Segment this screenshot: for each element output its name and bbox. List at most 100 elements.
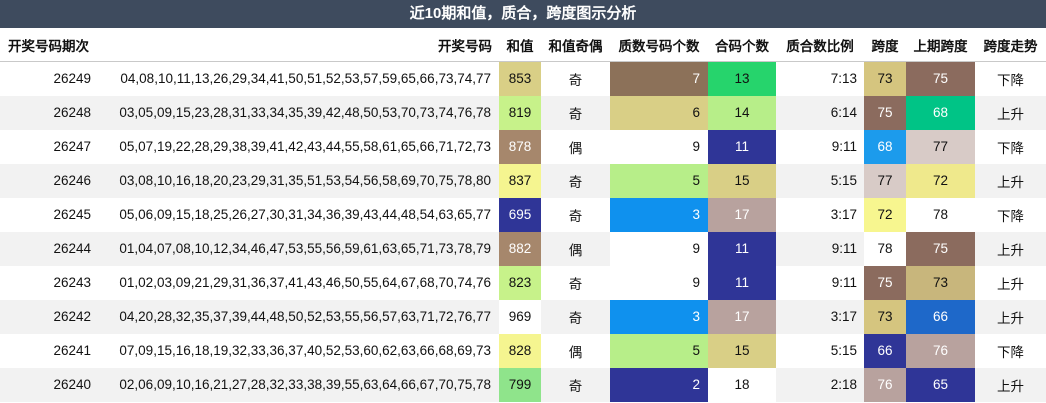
- cell-ratio: 9:11: [776, 231, 864, 266]
- cell-prev-span: 77: [906, 129, 975, 164]
- cell-period: 26249: [53, 71, 91, 87]
- cell-composite-count: 14: [708, 95, 776, 130]
- cell-prime-count: 5: [610, 163, 708, 198]
- cell-composite-count: 11: [708, 265, 776, 300]
- table-row: 26247 05,07,19,22,28,29,38,39,41,42,43,44…: [0, 129, 1046, 164]
- cell-span-trend: 下降: [997, 344, 1024, 360]
- page-title: 近10期和值，质合，跨度图示分析: [0, 0, 1046, 28]
- cell-prime-count: 5: [610, 333, 708, 368]
- cell-composite-count: 17: [708, 299, 776, 334]
- cell-period: 26243: [53, 275, 91, 290]
- cell-sum-parity: 奇: [541, 367, 610, 402]
- table-row: 26248 03,05,09,15,23,28,31,33,34,35,39,42…: [0, 95, 1046, 130]
- cell-span: 73: [864, 299, 906, 334]
- cell-prev-span: 68: [906, 95, 975, 130]
- header-prime-count: 质数号码个数: [610, 28, 708, 62]
- cell-composite-count: 17: [708, 197, 776, 232]
- cell-sum-parity: 奇: [541, 95, 610, 130]
- cell-ratio: 5:15: [776, 163, 864, 198]
- cell-prev-span: 76: [906, 333, 975, 368]
- cell-span-trend: 下降: [997, 208, 1024, 224]
- cell-numbers: 01,04,07,08,10,12,34,46,47,53,55,56,59,6…: [97, 231, 499, 266]
- cell-span: 78: [864, 231, 906, 266]
- cell-composite-count: 13: [708, 61, 776, 96]
- cell-span: 75: [864, 95, 906, 130]
- cell-sum-parity: 奇: [541, 163, 610, 198]
- cell-span: 66: [864, 333, 906, 368]
- cell-numbers: 05,06,09,15,18,25,26,27,30,31,34,36,39,4…: [119, 207, 491, 222]
- table-row: 26249 04,08,10,11,13,26,29,34,41,50,51,52…: [0, 61, 1046, 96]
- cell-composite-count: 11: [708, 231, 776, 266]
- cell-sum: 823: [499, 265, 541, 300]
- cell-composite-count: 11: [708, 129, 776, 164]
- cell-sum: 799: [499, 367, 541, 402]
- cell-ratio: 9:11: [831, 275, 857, 290]
- cell-span: 75: [864, 265, 906, 300]
- cell-span-trend: 上升: [975, 231, 1046, 266]
- cell-composite-count: 15: [708, 163, 776, 198]
- cell-span: 72: [864, 197, 906, 232]
- header-sum: 和值: [499, 28, 541, 62]
- cell-period: 26242: [0, 299, 97, 334]
- cell-sum-parity: 奇: [568, 276, 583, 292]
- cell-sum-parity: 奇: [541, 299, 610, 334]
- cell-numbers: 05,07,19,22,28,29,38,39,41,42,43,44,55,5…: [119, 139, 491, 154]
- table-body: 26249 04,08,10,11,13,26,29,34,41,50,51,52…: [0, 61, 1046, 402]
- cell-span-trend: 下降: [997, 140, 1024, 156]
- cell-sum-parity: 偶: [541, 231, 610, 266]
- cell-period: 26248: [0, 95, 97, 130]
- cell-prev-span: 66: [906, 299, 975, 334]
- table-row: 26241 07,09,15,16,18,19,32,33,36,37,40,52…: [0, 333, 1046, 368]
- cell-numbers: 07,09,15,16,18,19,32,33,36,37,40,52,53,6…: [119, 343, 491, 358]
- cell-span: 77: [864, 163, 906, 198]
- cell-prev-span: 73: [906, 265, 975, 300]
- cell-span-trend: 上升: [975, 299, 1046, 334]
- cell-sum: 828: [499, 333, 541, 368]
- cell-sum: 695: [499, 197, 541, 232]
- cell-period: 26246: [0, 163, 97, 198]
- table-row: 26242 04,20,28,32,35,37,39,44,48,50,52,53…: [0, 299, 1046, 334]
- cell-prime-count: 9: [610, 129, 708, 164]
- cell-sum: 853: [499, 61, 541, 96]
- table-row: 26246 03,08,10,16,18,20,23,29,31,35,51,53…: [0, 163, 1046, 198]
- cell-span-trend: 下降: [997, 72, 1024, 88]
- table-row: 26245 05,06,09,15,18,25,26,27,30,31,34,36…: [0, 197, 1046, 232]
- table-row: 26243 01,02,03,09,21,29,31,36,37,41,43,46…: [0, 265, 1046, 300]
- cell-prev-span: 65: [906, 367, 975, 402]
- header-sum-parity: 和值奇偶: [541, 28, 610, 62]
- cell-span: 73: [864, 61, 906, 96]
- cell-ratio: 2:18: [776, 367, 864, 402]
- cell-span-trend: 上升: [975, 367, 1046, 402]
- cell-period: 26247: [53, 139, 91, 154]
- cell-numbers: 02,06,09,10,16,21,27,28,32,33,38,39,55,6…: [97, 367, 499, 402]
- cell-ratio: 3:17: [830, 207, 857, 222]
- cell-sum: 969: [499, 299, 541, 334]
- cell-sum-parity: 奇: [568, 208, 583, 224]
- analysis-table: 开奖号码期次 开奖号码 和值 和值奇偶 质数号码个数 合码个数 质合数比例 跨度…: [0, 28, 1046, 402]
- cell-numbers: 03,05,09,15,23,28,31,33,34,35,39,42,48,5…: [97, 95, 499, 130]
- header-composite-count: 合码个数: [708, 28, 776, 62]
- cell-numbers: 04,08,10,11,13,26,29,34,41,50,51,52,53,5…: [120, 71, 491, 87]
- table-row: 26240 02,06,09,10,16,21,27,28,32,33,38,39…: [0, 367, 1046, 402]
- cell-composite-count: 18: [708, 367, 776, 402]
- cell-prime-count: 9: [610, 265, 708, 300]
- cell-period: 26240: [0, 367, 97, 402]
- cell-ratio: 6:14: [776, 95, 864, 130]
- cell-prime-count: 9: [610, 231, 708, 266]
- cell-sum-parity: 奇: [568, 72, 583, 88]
- cell-prime-count: 3: [610, 299, 708, 334]
- header-prev-span: 上期跨度: [906, 28, 975, 62]
- cell-prev-span: 75: [906, 231, 975, 266]
- cell-prime-count: 3: [610, 197, 708, 232]
- cell-prev-span: 75: [906, 61, 975, 96]
- cell-span-trend: 上升: [975, 95, 1046, 130]
- cell-prime-count: 2: [610, 367, 708, 402]
- cell-span-trend: 上升: [975, 163, 1046, 198]
- cell-ratio: 7:13: [830, 71, 857, 87]
- header-period: 开奖号码期次: [0, 28, 97, 62]
- cell-ratio: 5:15: [830, 343, 857, 358]
- cell-span: 68: [864, 129, 906, 164]
- cell-period: 26245: [53, 207, 91, 222]
- cell-prime-count: 7: [610, 61, 708, 96]
- header-numbers: 开奖号码: [97, 28, 499, 62]
